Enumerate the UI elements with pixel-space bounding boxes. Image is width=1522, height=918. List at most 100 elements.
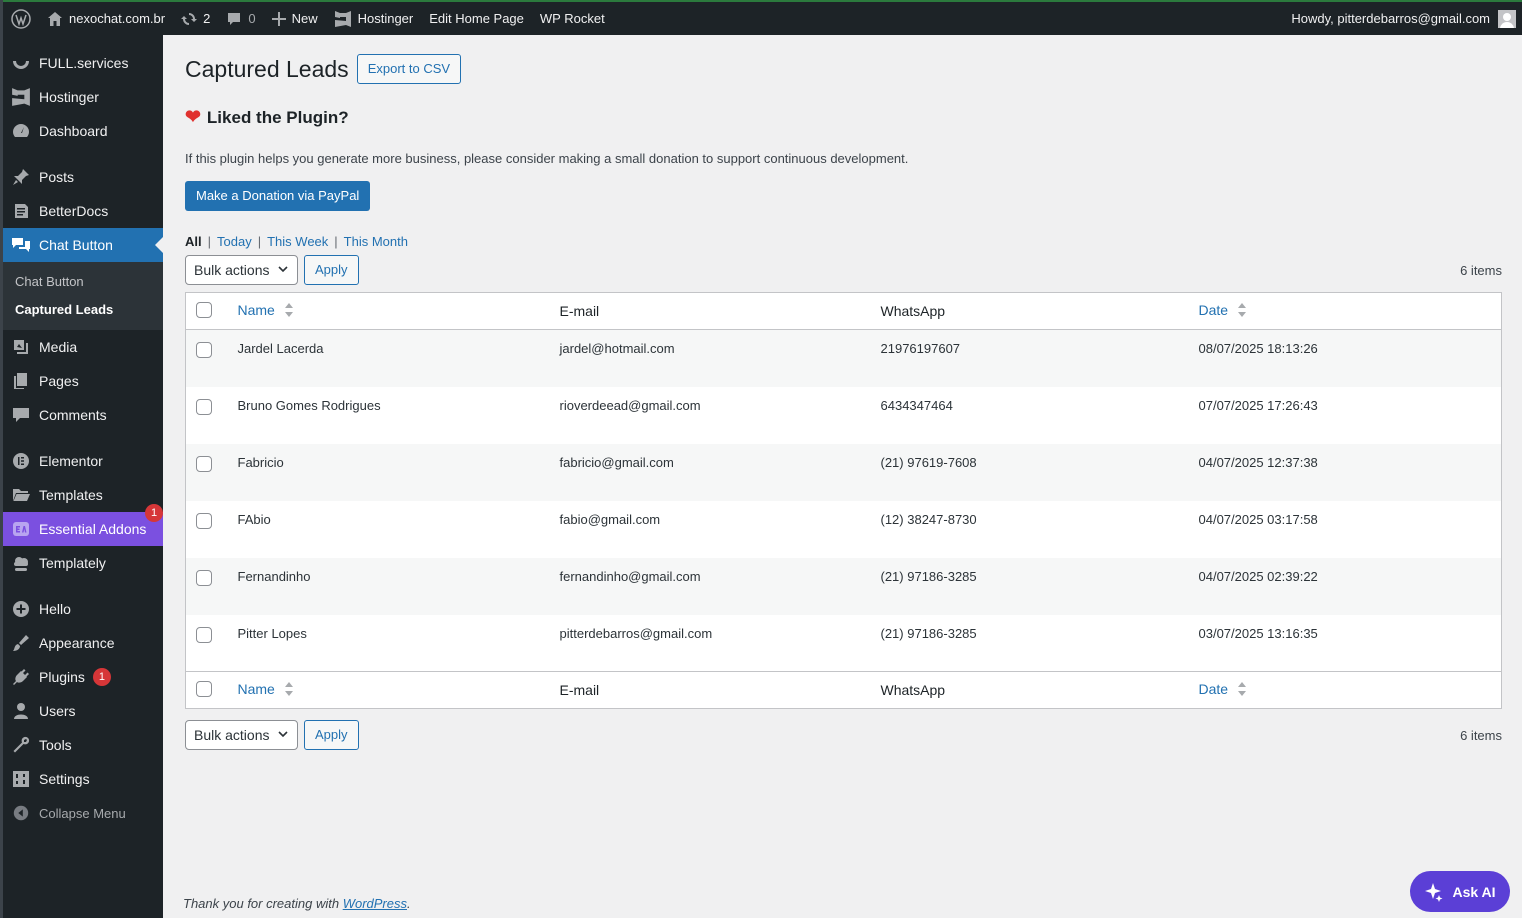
leads-table: Name E-mail WhatsApp Date Jardel Lacerda…	[185, 292, 1502, 709]
sidebar-item-essential-addons[interactable]: Essential Addons 1	[3, 504, 163, 546]
row-checkbox[interactable]	[196, 569, 212, 586]
sidebar-item-elementor[interactable]: Elementor	[3, 444, 163, 478]
column-name-label: Name	[237, 302, 275, 319]
sidebar-item-label: Settings	[39, 771, 90, 787]
paypal-donation-button[interactable]: Make a Donation via PayPal	[185, 181, 371, 211]
avatar	[1498, 9, 1516, 28]
pages-icon	[11, 371, 31, 391]
sidebar-item-hello[interactable]: Hello	[3, 592, 163, 626]
sidebar-item-label: Templates	[39, 487, 103, 503]
filter-all[interactable]: All	[185, 234, 202, 249]
edit-home-page-link[interactable]: Edit Home Page	[421, 1, 532, 36]
cell-email: jardel@hotmail.com	[559, 341, 675, 356]
sidebar-item-media[interactable]: Media	[3, 330, 163, 364]
column-email-footer: E-mail	[551, 671, 873, 709]
sort-icon	[284, 302, 293, 320]
folder-icon	[11, 485, 31, 505]
plus-icon	[271, 11, 286, 26]
cell-date: 04/07/2025 12:37:38	[1198, 454, 1318, 470]
filter-this-week[interactable]: This Week	[267, 234, 328, 249]
submenu-captured-leads[interactable]: Captured Leads	[3, 296, 163, 324]
sidebar-item-label: Hostinger	[39, 89, 99, 105]
cell-email: fabricio@gmail.com	[559, 454, 674, 470]
templately-icon	[11, 553, 31, 573]
heart-icon: ❤	[185, 107, 201, 128]
select-all-checkbox[interactable]	[196, 301, 212, 318]
sidebar-item-tools[interactable]: Tools	[3, 728, 163, 762]
sidebar-item-templately[interactable]: Templately	[3, 546, 163, 580]
row-checkbox[interactable]	[196, 455, 212, 472]
hostinger-icon	[11, 87, 31, 107]
sidebar-item-hostinger[interactable]: Hostinger	[3, 80, 163, 114]
sidebar-item-dashboard[interactable]: Dashboard	[3, 114, 163, 148]
sidebar-item-label: Comments	[39, 407, 107, 423]
sparkle-icon	[1424, 882, 1452, 902]
admin-footer: Thank you for creating with WordPress.	[183, 896, 411, 911]
sidebar-item-label: Essential Addons	[39, 521, 147, 537]
table-row: Fabricio fabricio@gmail.com (21) 97619-7…	[185, 443, 1502, 501]
collapse-menu-button[interactable]: Collapse Menu	[3, 796, 163, 830]
filter-this-month[interactable]: This Month	[344, 234, 408, 249]
sidebar-item-label: Elementor	[39, 453, 103, 469]
comment-bubble-icon	[226, 11, 242, 27]
column-date[interactable]: Date	[1190, 292, 1502, 330]
cell-email: fernandinho@gmail.com	[559, 568, 701, 584]
admin-sidebar: FULL.services Hostinger Dashboard Posts …	[3, 35, 163, 918]
sidebar-item-comments[interactable]: Comments	[3, 398, 163, 432]
hostinger-menu[interactable]: Hostinger	[326, 1, 422, 36]
filter-today[interactable]: Today	[217, 234, 252, 249]
sidebar-item-templates[interactable]: Templates	[3, 478, 163, 512]
bulk-actions-select-bottom[interactable]: Bulk actions	[185, 720, 298, 750]
row-checkbox[interactable]	[196, 626, 212, 643]
row-checkbox[interactable]	[196, 342, 212, 358]
cell-date: 04/07/2025 03:17:58	[1198, 511, 1318, 527]
apply-button[interactable]: Apply	[304, 255, 359, 285]
wp-rocket-menu[interactable]: WP Rocket	[532, 1, 613, 36]
column-name-footer[interactable]: Name	[229, 671, 552, 709]
wp-logo-menu[interactable]	[3, 1, 39, 36]
donation-message: If this plugin helps you generate more b…	[185, 151, 909, 166]
bulk-actions-select[interactable]: Bulk actions	[185, 255, 298, 285]
liked-plugin-heading: ❤ Liked the Plugin?	[185, 106, 1502, 129]
select-all-checkbox-footer[interactable]	[196, 680, 212, 697]
updates-menu[interactable]: 2	[173, 1, 218, 36]
cell-whatsapp: 21976197607	[880, 341, 961, 356]
edit-home-label: Edit Home Page	[429, 11, 524, 26]
new-content-menu[interactable]: New	[264, 1, 326, 36]
sidebar-item-chat-button[interactable]: Chat Button	[3, 228, 163, 262]
apply-button-bottom[interactable]: Apply	[304, 720, 359, 750]
sidebar-item-betterdocs[interactable]: BetterDocs	[3, 194, 163, 228]
cell-whatsapp: (21) 97186-3285	[880, 568, 977, 584]
row-checkbox[interactable]	[196, 512, 212, 529]
date-filters: All | Today | This Week | This Month	[185, 234, 408, 249]
sidebar-item-label: FULL.services	[39, 55, 129, 71]
sidebar-item-full-services[interactable]: FULL.services	[3, 46, 163, 80]
export-csv-button[interactable]: Export to CSV	[356, 54, 462, 84]
sidebar-item-appearance[interactable]: Appearance	[3, 626, 163, 660]
column-date-footer[interactable]: Date	[1190, 671, 1502, 709]
sidebar-item-users[interactable]: Users	[3, 694, 163, 728]
sidebar-item-pages[interactable]: Pages	[3, 364, 163, 398]
site-name-menu[interactable]: nexochat.com.br	[39, 1, 173, 36]
ask-ai-button[interactable]: Ask AI	[1410, 871, 1510, 912]
wordpress-link[interactable]: WordPress	[343, 896, 407, 911]
cell-name: Bruno Gomes Rodrigues	[237, 397, 381, 413]
comments-menu[interactable]: 0	[218, 1, 263, 36]
cell-name: Jardel Lacerda	[237, 341, 324, 356]
row-checkbox[interactable]	[196, 398, 212, 415]
cell-date: 03/07/2025 13:16:35	[1198, 625, 1318, 641]
sort-icon	[284, 681, 293, 699]
elementor-icon	[11, 451, 31, 471]
cell-name: Fernandinho	[237, 568, 311, 584]
sidebar-item-posts[interactable]: Posts	[3, 160, 163, 194]
account-menu[interactable]: Howdy, pitterdebarros@gmail.com	[1283, 1, 1516, 36]
home-icon	[47, 11, 63, 27]
ask-ai-label: Ask AI	[1452, 883, 1496, 900]
sidebar-item-plugins[interactable]: Plugins 1	[3, 660, 163, 694]
sidebar-item-settings[interactable]: Settings	[3, 762, 163, 796]
column-email: E-mail	[551, 292, 873, 330]
submenu-chat-button[interactable]: Chat Button	[3, 268, 163, 296]
cell-name: FAbio	[237, 511, 271, 527]
column-name[interactable]: Name	[229, 292, 552, 330]
column-whatsapp-footer: WhatsApp	[872, 671, 1191, 709]
